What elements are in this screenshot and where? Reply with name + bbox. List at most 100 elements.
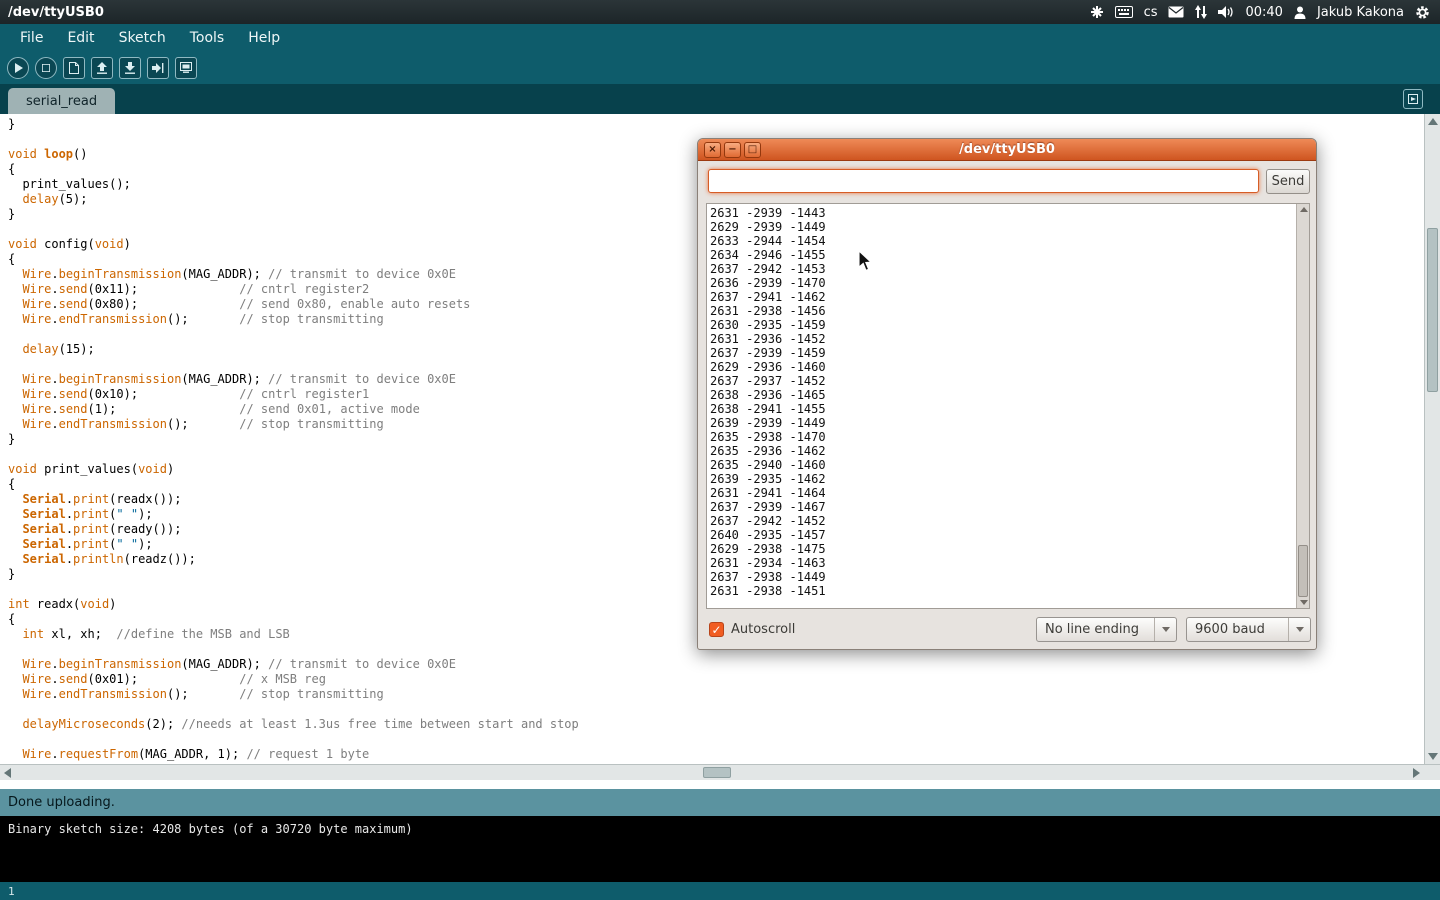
editor-vertical-scroll-thumb[interactable] — [1427, 228, 1438, 392]
network-icon[interactable] — [1195, 5, 1207, 19]
console-text: Binary sketch size: 4208 bytes (of a 307… — [8, 822, 413, 836]
tab-label: serial_read — [26, 94, 97, 109]
open-button[interactable] — [91, 57, 113, 79]
serial-line: 2631 -2938 -1451 — [710, 584, 1295, 598]
serial-line: 2635 -2938 -1470 — [710, 430, 1295, 444]
serial-line: 2633 -2944 -1454 — [710, 234, 1295, 248]
tab-serial-read[interactable]: serial_read — [8, 88, 115, 114]
baud-rate-dropdown[interactable]: 9600 baud — [1186, 617, 1311, 642]
code-line: } — [8, 117, 1424, 132]
serial-monitor-window: × − □ /dev/ttyUSB0 Send 2631 -2939 -1443… — [697, 138, 1317, 650]
serial-line: 2634 -2946 -1455 — [710, 248, 1295, 262]
chevron-down-icon[interactable] — [1288, 618, 1310, 641]
serial-line: 2637 -2938 -1449 — [710, 570, 1295, 584]
serial-line: 2638 -2941 -1455 — [710, 402, 1295, 416]
serial-line: 2635 -2940 -1460 — [710, 458, 1295, 472]
serial-line: 2639 -2939 -1449 — [710, 416, 1295, 430]
username-label[interactable]: Jakub Kakona — [1317, 5, 1404, 20]
serial-line: 2635 -2936 -1462 — [710, 444, 1295, 458]
window-title: /dev/ttyUSB0 — [0, 5, 104, 20]
system-tray: cs 00:40 Jakub Kakona — [1090, 5, 1440, 20]
keyboard-icon[interactable] — [1115, 6, 1133, 18]
serial-output-area[interactable]: 2631 -2939 -14432629 -2939 -14492633 -29… — [706, 203, 1310, 609]
upload-button[interactable] — [147, 57, 169, 79]
keyboard-layout-label[interactable]: cs — [1144, 5, 1158, 20]
chevron-down-icon[interactable] — [1154, 618, 1176, 641]
serial-output-scrollbar[interactable] — [1296, 204, 1309, 608]
verify-button[interactable] — [7, 57, 29, 79]
gear-icon[interactable] — [1415, 5, 1430, 20]
serial-scroll-thumb[interactable] — [1298, 545, 1308, 597]
serial-line: 2636 -2939 -1470 — [710, 276, 1295, 290]
mail-icon[interactable] — [1168, 6, 1184, 18]
scroll-up-icon[interactable] — [1300, 207, 1308, 212]
top-panel: /dev/ttyUSB0 cs 00:40 Jakub Kakona — [0, 0, 1440, 24]
serial-line: 2640 -2935 -1457 — [710, 528, 1295, 542]
serial-line: 2637 -2942 -1453 — [710, 262, 1295, 276]
line-ending-value: No line ending — [1037, 618, 1154, 641]
code-line: Wire.requestFrom(MAG_ADDR, 1); // reques… — [8, 747, 1424, 762]
stop-button[interactable] — [35, 57, 57, 79]
scroll-left-icon[interactable] — [4, 768, 11, 778]
volume-icon[interactable] — [1218, 5, 1234, 19]
line-ending-dropdown[interactable]: No line ending — [1036, 617, 1177, 642]
indicator-icon[interactable] — [1090, 5, 1104, 19]
toolbar — [0, 51, 1440, 84]
serial-line: 2631 -2934 -1463 — [710, 556, 1295, 570]
serial-line: 2629 -2938 -1475 — [710, 542, 1295, 556]
autoscroll-checkbox[interactable]: ✓ — [709, 622, 724, 637]
serial-line: 2638 -2936 -1465 — [710, 388, 1295, 402]
serial-input-field[interactable] — [708, 169, 1259, 193]
serial-line: 2631 -2936 -1452 — [710, 332, 1295, 346]
serial-output-lines: 2631 -2939 -14432629 -2939 -14492633 -29… — [710, 206, 1295, 608]
editor-horizontal-scrollbar[interactable] — [0, 764, 1440, 780]
serial-line: 2631 -2941 -1464 — [710, 486, 1295, 500]
serial-monitor-titlebar[interactable]: × − □ /dev/ttyUSB0 — [698, 139, 1316, 161]
user-icon — [1294, 6, 1306, 19]
code-line: Wire.endTransmission(); // stop transmit… — [8, 687, 1424, 702]
status-bar: Done uploading. — [0, 789, 1440, 816]
console-output: Binary sketch size: 4208 bytes (of a 307… — [0, 816, 1440, 882]
baud-rate-value: 9600 baud — [1187, 618, 1288, 641]
tab-menu-button[interactable] — [1403, 89, 1423, 109]
serial-monitor-title: /dev/ttyUSB0 — [698, 142, 1316, 157]
serial-line: 2631 -2938 -1456 — [710, 304, 1295, 318]
send-button[interactable]: Send — [1266, 169, 1310, 194]
code-line — [8, 702, 1424, 717]
serial-line: 2637 -2941 -1462 — [710, 290, 1295, 304]
line-number-bar: 1 — [0, 882, 1440, 900]
code-line: Wire.beginTransmission(MAG_ADDR); // tra… — [8, 657, 1424, 672]
serial-line: 2637 -2939 -1467 — [710, 500, 1295, 514]
scroll-right-icon[interactable] — [1413, 768, 1420, 778]
clock-label[interactable]: 00:40 — [1245, 5, 1282, 20]
menu-tools[interactable]: Tools — [180, 27, 235, 49]
menubar: File Edit Sketch Tools Help — [0, 24, 1440, 51]
code-line: Wire.send(0x01); // x MSB reg — [8, 672, 1424, 687]
menu-edit[interactable]: Edit — [57, 27, 104, 49]
new-sketch-button[interactable] — [63, 57, 85, 79]
editor-horizontal-scroll-thumb[interactable] — [703, 767, 731, 778]
menu-sketch[interactable]: Sketch — [109, 27, 176, 49]
code-line: delayMicroseconds(2); //needs at least 1… — [8, 717, 1424, 732]
autoscroll-label: Autoscroll — [731, 622, 795, 637]
serial-line: 2629 -2939 -1449 — [710, 220, 1295, 234]
serial-line: 2631 -2939 -1443 — [710, 206, 1295, 220]
serial-line: 2629 -2936 -1460 — [710, 360, 1295, 374]
line-indicator: 1 — [8, 885, 15, 898]
serial-line: 2630 -2935 -1459 — [710, 318, 1295, 332]
code-line — [8, 732, 1424, 747]
menu-file[interactable]: File — [10, 27, 53, 49]
menu-help[interactable]: Help — [238, 27, 290, 49]
serial-line: 2637 -2937 -1452 — [710, 374, 1295, 388]
scroll-up-icon[interactable] — [1428, 118, 1438, 125]
scroll-down-icon[interactable] — [1300, 600, 1308, 605]
scroll-down-icon[interactable] — [1428, 753, 1438, 760]
status-message: Done uploading. — [8, 795, 115, 810]
editor-vertical-scrollbar[interactable] — [1424, 114, 1440, 764]
tab-bar: serial_read — [0, 84, 1440, 114]
save-button[interactable] — [119, 57, 141, 79]
serial-line: 2637 -2939 -1459 — [710, 346, 1295, 360]
serial-line: 2639 -2935 -1462 — [710, 472, 1295, 486]
serial-line: 2637 -2942 -1452 — [710, 514, 1295, 528]
serial-monitor-button[interactable] — [175, 57, 197, 79]
